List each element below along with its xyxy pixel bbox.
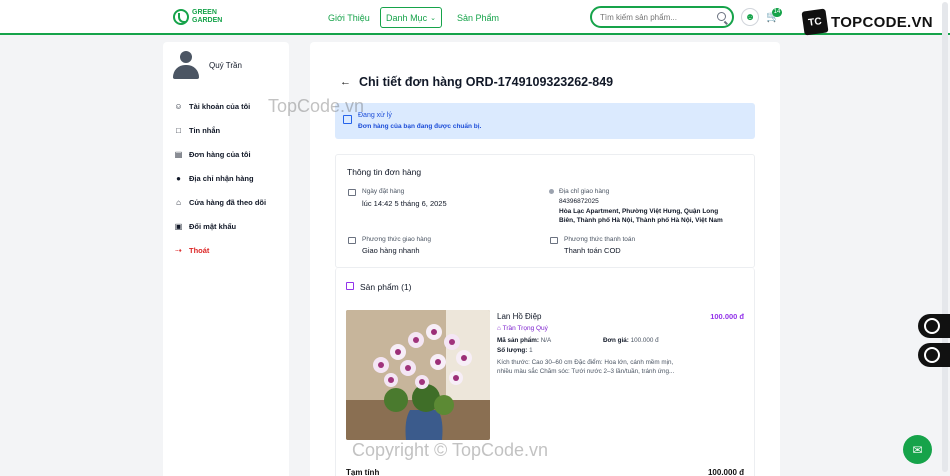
qty-label: Số lượng: — [497, 347, 528, 354]
location-icon: ● — [176, 174, 181, 183]
topcode-brand: TC TOPCODE.VN — [801, 8, 933, 36]
zoom-widget-button[interactable] — [918, 343, 950, 367]
product-sku: Mã sản phẩm: N/A — [497, 337, 551, 344]
logout-icon: ⇢ — [175, 246, 182, 255]
product-desc-line1: Kích thước: Cao 30–60 cm Đặc điểm: Hoa l… — [497, 359, 674, 366]
sidebar-item-change-password[interactable]: ▣ Đổi mật khẩu — [174, 222, 236, 231]
unit-price-value: 100.000 đ — [630, 337, 659, 344]
product-image[interactable] — [346, 310, 490, 440]
sku-value: N/A — [540, 337, 552, 344]
address-line1: Hòa Lạc Apartment, Phường Việt Hưng, Quậ… — [559, 208, 719, 215]
cart-count-badge: 14 — [772, 8, 782, 17]
nav-category-label: Danh Mục — [386, 12, 428, 23]
product-unit-price: Đơn giá: 100.000 đ — [603, 337, 659, 344]
calendar-icon — [348, 189, 356, 196]
lock-icon: ▣ — [174, 222, 183, 231]
subtotal-value: 100.000 đ — [707, 468, 744, 476]
topcode-logo: TC — [801, 8, 829, 36]
status-title: Đang xử lý — [358, 112, 392, 119]
subtotal-label: Tạm tính — [346, 468, 380, 476]
truck-icon — [348, 237, 356, 244]
sidebar-item-account[interactable]: ☺ Tài khoản của tôi — [174, 102, 250, 111]
products-heading: Sản phẩm (1) — [360, 282, 412, 292]
location-icon — [549, 189, 554, 194]
gear-icon — [924, 318, 940, 334]
credit-card-icon — [550, 237, 558, 244]
address-line2: Biên, Thành phố Hà Nội, Thành phố Hà Nội… — [559, 217, 723, 224]
sidebar-item-label: Cửa hàng đã theo dõi — [189, 198, 267, 207]
order-date-label: Ngày đặt hàng — [362, 188, 405, 195]
page-scrollbar[interactable] — [942, 2, 948, 472]
sidebar-item-orders[interactable]: ▤ Đơn hàng của tôi — [174, 150, 251, 159]
status-description: Đơn hàng của bạn đang được chuẩn bị. — [358, 123, 482, 130]
order-detail-panel: ← Chi tiết đơn hàng ORD-1749109323262-84… — [310, 42, 780, 476]
nav-category-dropdown[interactable]: Danh Mục ⌄ — [380, 7, 442, 28]
store-icon: ⌂ — [176, 198, 181, 207]
user-account-button[interactable]: ☻ — [741, 8, 759, 26]
topcode-text: TOPCODE.VN — [831, 13, 933, 31]
site-logo[interactable]: GREEN GARDEN — [173, 9, 222, 25]
page-title: Chi tiết đơn hàng ORD-1749109323262-849 — [359, 75, 614, 89]
account-sidebar: Quý Trần ☺ Tài khoản của tôi □ Tin nhắn … — [163, 42, 289, 476]
sidebar-item-label: Đơn hàng của tôi — [189, 150, 251, 159]
chat-button[interactable]: ✉ — [903, 435, 932, 464]
order-status-banner: Đang xử lý Đơn hàng của bạn đang được ch… — [335, 103, 755, 139]
product-shop[interactable]: ⌂ Trần Trọng Quý — [497, 325, 548, 332]
chat-icon: ✉ — [912, 442, 923, 457]
sidebar-item-address[interactable]: ● Địa chỉ nhận hàng — [174, 174, 254, 183]
nav-products[interactable]: Sản Phẩm — [457, 13, 499, 23]
back-arrow-icon[interactable]: ← — [340, 76, 351, 88]
logo-line2: GARDEN — [192, 17, 223, 24]
logo-line1: GREEN — [192, 9, 217, 16]
settings-widget-button[interactable] — [918, 314, 950, 338]
unit-price-label: Đơn giá: — [603, 337, 629, 344]
sidebar-item-logout[interactable]: ⇢ Thoát — [174, 246, 209, 255]
package-icon — [343, 115, 352, 124]
search-box — [590, 6, 734, 28]
product-quantity: Số lượng: 1 — [497, 347, 533, 354]
sku-label: Mã sản phẩm: — [497, 337, 539, 344]
search-icon[interactable] — [717, 12, 726, 21]
product-name[interactable]: Lan Hồ Điệp — [497, 312, 541, 321]
payment-label: Phương thức thanh toán — [564, 236, 636, 243]
order-icon: ▤ — [174, 150, 183, 159]
sidebar-item-label: Đổi mật khẩu — [189, 222, 237, 231]
avatar — [173, 51, 199, 81]
order-info-card: Thông tin đơn hàng Ngày đặt hàng lúc 14:… — [335, 154, 755, 268]
leaf-icon — [173, 9, 189, 25]
order-date-value: lúc 14:42 5 tháng 6, 2025 — [362, 199, 447, 208]
sidebar-item-label: Tin nhắn — [189, 126, 221, 135]
product-price: 100.000 đ — [710, 312, 744, 321]
sidebar-item-label: Tài khoản của tôi — [189, 102, 251, 111]
payment-value: Thanh toán COD — [564, 246, 621, 255]
sidebar-item-label: Địa chỉ nhận hàng — [189, 174, 254, 183]
qty-value: 1 — [529, 347, 533, 354]
sidebar-item-followed-stores[interactable]: ⌂ Cửa hàng đã theo dõi — [174, 198, 266, 207]
product-desc-line2: nhiều màu sắc Chăm sóc: Tưới nước 2–3 lầ… — [497, 368, 675, 375]
shopping-bag-icon — [346, 282, 354, 290]
address-label: Địa chỉ giao hàng — [559, 188, 610, 195]
order-info-heading: Thông tin đơn hàng — [347, 167, 422, 177]
search-input[interactable] — [600, 12, 710, 22]
store-icon: ⌂ — [497, 325, 501, 332]
chevron-down-icon: ⌄ — [430, 14, 436, 22]
nav-about[interactable]: Giới Thiệu — [328, 13, 370, 23]
address-phone: 84396872025 — [559, 198, 599, 205]
magnifier-icon — [924, 347, 940, 363]
shipping-label: Phương thức giao hàng — [362, 236, 431, 243]
user-icon: ☺ — [174, 102, 183, 111]
message-icon: □ — [176, 126, 181, 135]
shop-name: Trần Trọng Quý — [502, 325, 548, 332]
sidebar-item-label: Thoát — [189, 246, 210, 255]
user-name: Quý Trần — [209, 61, 242, 70]
shipping-value: Giao hàng nhanh — [362, 246, 420, 255]
sidebar-item-messages[interactable]: □ Tin nhắn — [174, 126, 220, 135]
user-icon: ☻ — [744, 11, 756, 23]
